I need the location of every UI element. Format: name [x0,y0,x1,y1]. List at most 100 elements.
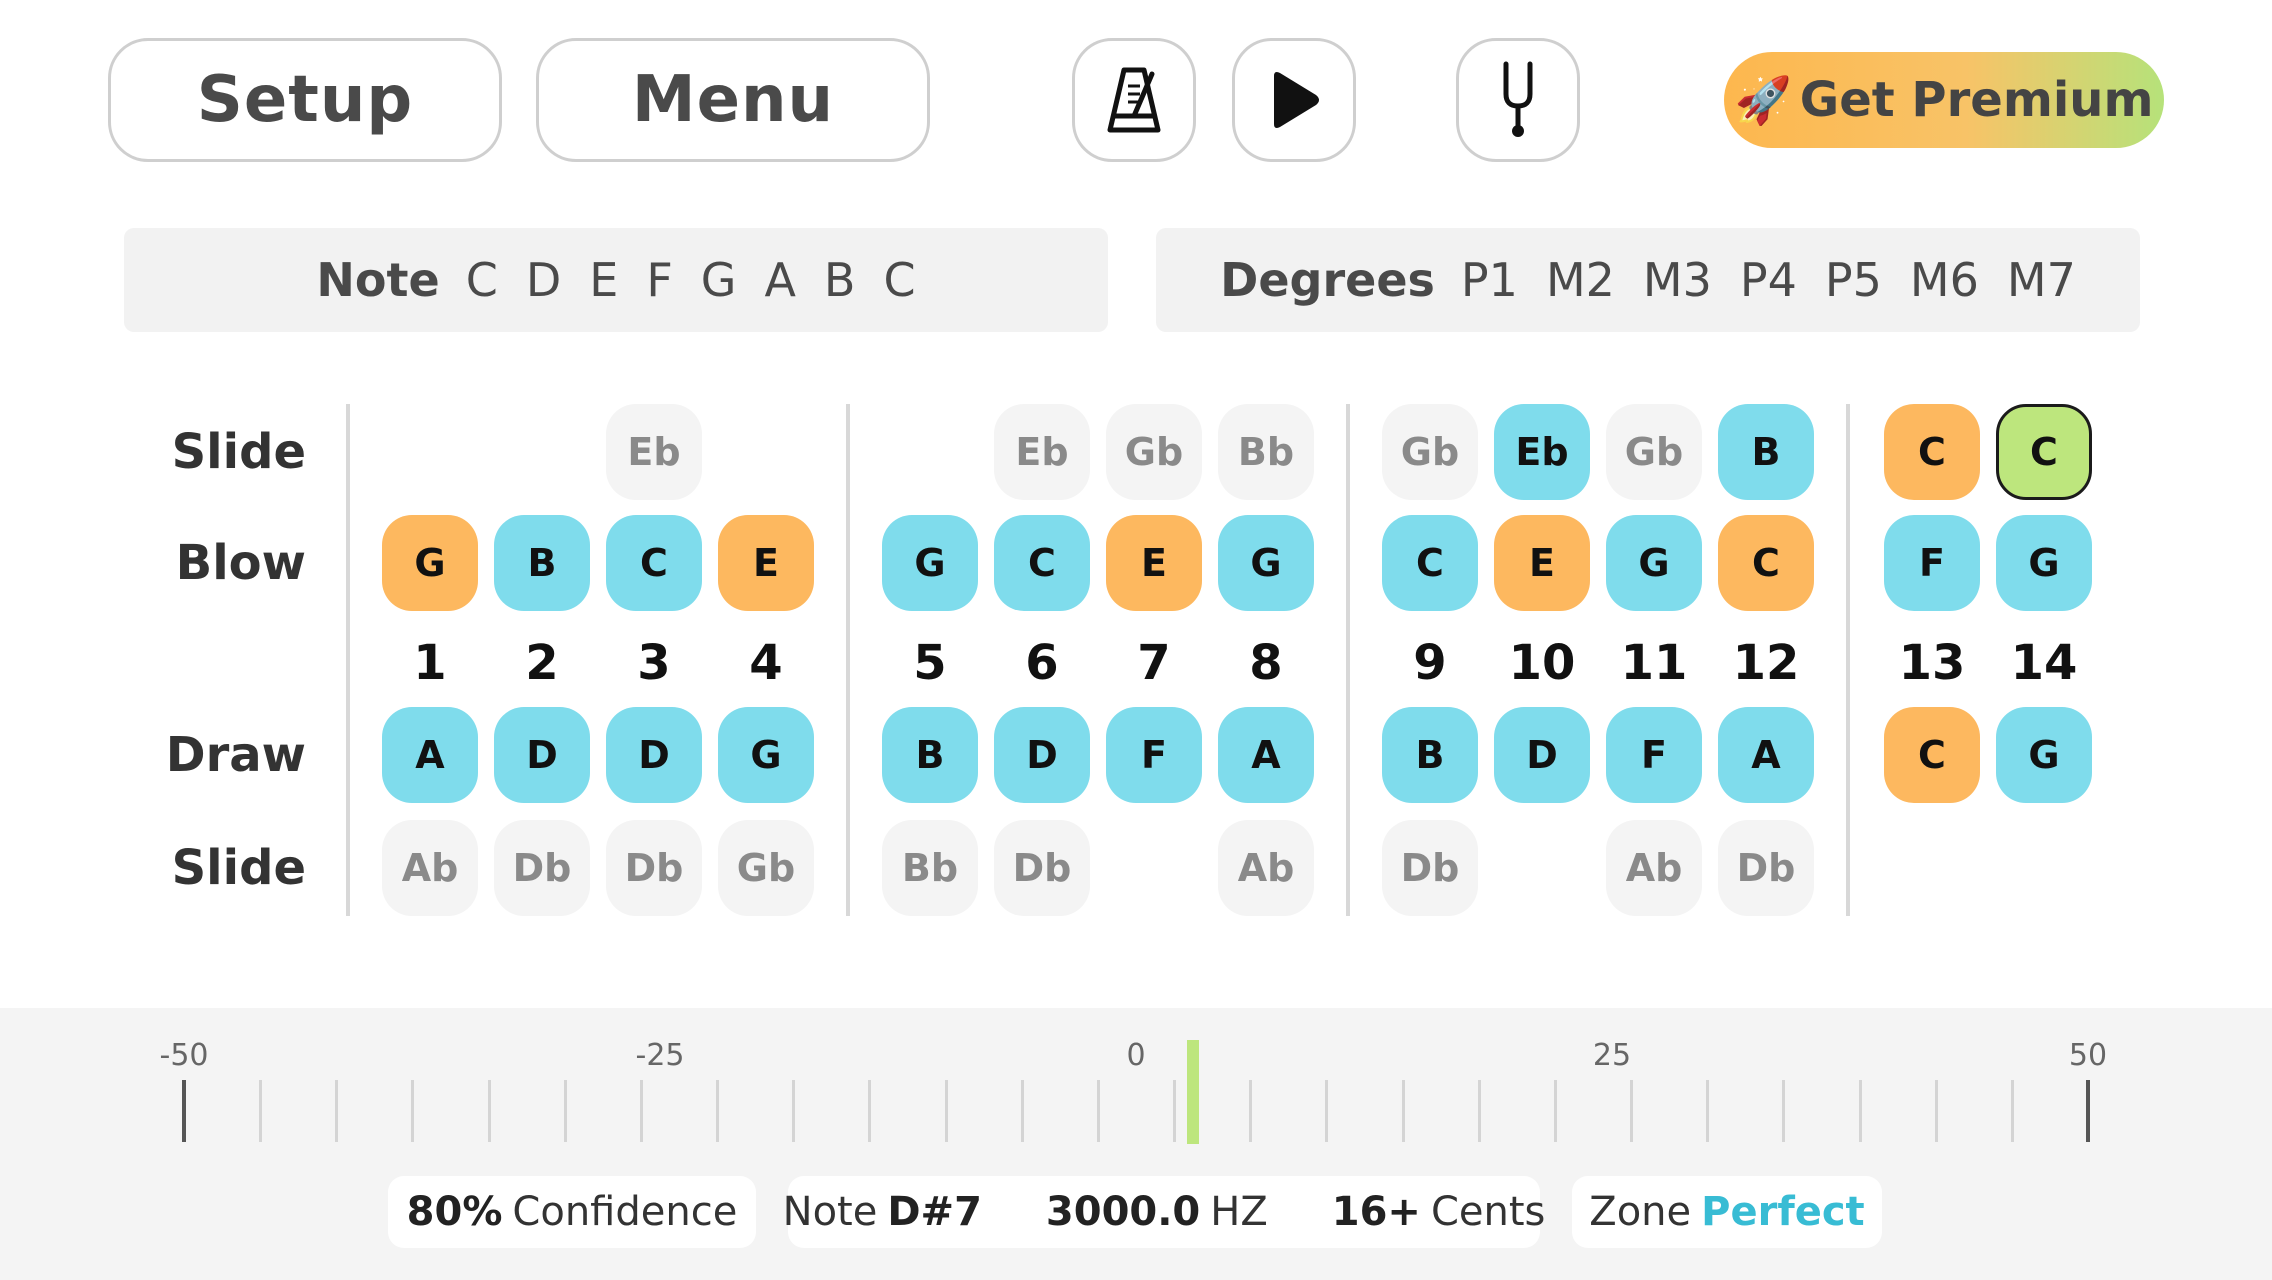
blow-note-hole-12[interactable]: C [1718,515,1814,611]
draw-note-hole-9[interactable]: B [1382,707,1478,803]
play-button[interactable] [1232,38,1356,162]
slide-top-note-hole-3[interactable]: Eb [606,404,702,500]
blow-note-hole-6[interactable]: C [994,515,1090,611]
draw-note-hole-11[interactable]: F [1606,707,1702,803]
blow-note-hole-4[interactable]: E [718,515,814,611]
zone-chip: Zone Perfect [1572,1176,1882,1248]
blow-note-hole-14[interactable]: G [1996,515,2092,611]
minor-tick [2010,1080,2014,1142]
scale-note: D [525,253,562,307]
slide-bottom-note-hole-1[interactable]: Ab [382,820,478,916]
major-tick [182,1080,186,1142]
scale-degrees-strip: Degrees P1 M2 M3 P4 P5 M6 M7 [1156,228,2140,332]
minor-tick [868,1080,872,1142]
minor-tick [1706,1080,1710,1142]
slide-bottom-note-hole-6[interactable]: Db [994,820,1090,916]
draw-note-hole-5[interactable]: B [882,707,978,803]
minor-tick [335,1080,339,1142]
blow-note-hole-13[interactable]: F [1884,515,1980,611]
get-premium-label: Get Premium [1799,72,2154,128]
draw-note-hole-13[interactable]: C [1884,707,1980,803]
slide-top-note-hole-13[interactable]: C [1884,404,1980,500]
slide-bottom-note-hole-3[interactable]: Db [606,820,702,916]
draw-note-hole-2[interactable]: D [494,707,590,803]
blow-note-hole-10[interactable]: E [1494,515,1590,611]
draw-note-hole-4[interactable]: G [718,707,814,803]
blow-note-hole-1[interactable]: G [382,515,478,611]
minor-tick [944,1080,948,1142]
menu-button[interactable]: Menu [536,38,930,162]
minor-tick [639,1080,643,1142]
scale-label: -50 [159,1038,209,1073]
confidence-value: 80% [406,1189,503,1235]
hole-number: 3 [637,635,671,691]
scale-degree: P1 [1460,253,1518,307]
minor-tick [1553,1080,1557,1142]
cents-label: Cents [1430,1189,1546,1235]
blow-note-hole-9[interactable]: C [1382,515,1478,611]
draw-note-hole-14[interactable]: G [1996,707,2092,803]
hole-number: 1 [413,635,447,691]
slide-top-note-hole-14[interactable]: C [1996,404,2092,500]
draw-note-hole-1[interactable]: A [382,707,478,803]
scale-note: A [764,253,796,307]
scale-label: 50 [2068,1038,2108,1073]
scale-degree: P5 [1824,253,1882,307]
setup-button[interactable]: Setup [108,38,502,162]
tuner-button[interactable] [1456,38,1580,162]
blow-note-hole-7[interactable]: E [1106,515,1202,611]
scale-note: C [883,253,916,307]
slide-top-note-hole-9[interactable]: Gb [1382,404,1478,500]
metronome-button[interactable] [1072,38,1196,162]
get-premium-button[interactable]: 🚀 Get Premium [1724,52,2164,148]
draw-note-hole-3[interactable]: D [606,707,702,803]
scale-note: E [589,253,619,307]
slide-top-note-hole-10[interactable]: Eb [1494,404,1590,500]
note-value: D#7 [887,1189,982,1235]
row-label-blow: Blow [175,535,306,591]
blow-note-hole-8[interactable]: G [1218,515,1314,611]
menu-button-label: Menu [631,63,835,137]
slide-top-note-hole-8[interactable]: Bb [1218,404,1314,500]
setup-button-label: Setup [196,63,414,137]
slide-top-note-hole-7[interactable]: Gb [1106,404,1202,500]
minor-tick [1173,1080,1177,1142]
blow-note-hole-3[interactable]: C [606,515,702,611]
slide-top-note-hole-11[interactable]: Gb [1606,404,1702,500]
minor-tick [1096,1080,1100,1142]
slide-bottom-note-hole-9[interactable]: Db [1382,820,1478,916]
rocket-icon: 🚀 [1734,72,1792,127]
scale-notes-list: CDEFGABC [466,253,916,307]
tuner-panel: -50 -25 0 25 50 80% Confidence Note D#7 3000… [0,1008,2272,1280]
minor-tick [1782,1080,1786,1142]
scale-label: 25 [1592,1038,1632,1073]
scale-note: F [646,253,673,307]
scale-degree: P4 [1739,253,1797,307]
row-label-slide-top: Slide [171,424,306,480]
minor-tick [1401,1080,1405,1142]
blow-note-hole-11[interactable]: G [1606,515,1702,611]
slide-bottom-note-hole-2[interactable]: Db [494,820,590,916]
slide-bottom-note-hole-11[interactable]: Ab [1606,820,1702,916]
slide-bottom-note-hole-12[interactable]: Db [1718,820,1814,916]
scale-label: -25 [635,1038,685,1073]
draw-note-hole-7[interactable]: F [1106,707,1202,803]
slide-bottom-note-hole-4[interactable]: Gb [718,820,814,916]
blow-note-hole-2[interactable]: B [494,515,590,611]
slide-top-note-hole-12[interactable]: B [1718,404,1814,500]
scale-note: C [465,253,498,307]
hole-number: 9 [1413,635,1447,691]
minor-tick [487,1080,491,1142]
minor-tick [1249,1080,1253,1142]
blow-note-hole-5[interactable]: G [882,515,978,611]
slide-top-note-hole-6[interactable]: Eb [994,404,1090,500]
cents-value: 16+ [1331,1189,1421,1235]
slide-bottom-note-hole-8[interactable]: Ab [1218,820,1314,916]
scale-notes-label: Note [316,253,440,307]
hole-number: 12 [1732,635,1800,691]
draw-note-hole-8[interactable]: A [1218,707,1314,803]
draw-note-hole-6[interactable]: D [994,707,1090,803]
slide-bottom-note-hole-5[interactable]: Bb [882,820,978,916]
draw-note-hole-12[interactable]: A [1718,707,1814,803]
draw-note-hole-10[interactable]: D [1494,707,1590,803]
